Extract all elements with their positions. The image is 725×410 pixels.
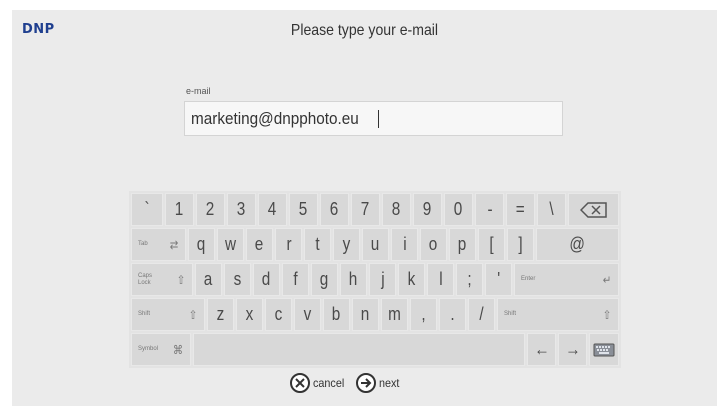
key[interactable]: . [439,298,466,331]
key[interactable]: x [236,298,263,331]
enter-icon: ↵ [602,272,612,287]
key[interactable]: 8 [382,193,411,226]
symbol-icon: ⌘ [172,342,184,357]
cancel-label: cancel [313,376,345,390]
left-arrow-key[interactable]: ← [527,333,556,366]
key[interactable]: h [340,263,367,296]
key[interactable]: ` [131,193,163,226]
hide-keyboard-key[interactable] [589,333,619,366]
key[interactable]: b [323,298,350,331]
key[interactable]: 7 [351,193,380,226]
key[interactable]: u [362,228,389,261]
space-bar[interactable] [193,333,525,366]
key[interactable]: m [381,298,408,331]
key[interactable]: a [195,263,222,296]
backspace-icon [579,201,607,218]
key[interactable]: ; [456,263,483,296]
key[interactable]: f [282,263,309,296]
text-caret [378,109,380,128]
key[interactable]: d [253,263,280,296]
key[interactable]: - [475,193,504,226]
key[interactable]: [ [478,228,505,261]
key[interactable]: ' [485,263,512,296]
key[interactable]: z [207,298,234,331]
key[interactable]: q [188,228,215,261]
right-arrow-key[interactable]: → [558,333,587,366]
action-bar: cancel next [290,371,409,395]
key[interactable]: c [265,298,292,331]
key[interactable]: 6 [320,193,349,226]
shift-icon: ⇧ [602,307,612,322]
left-shift-key[interactable]: Shift ⇧ [131,298,205,331]
next-button[interactable]: next [355,373,410,393]
backspace-key[interactable] [568,193,619,226]
next-label: next [378,376,400,390]
key[interactable]: t [304,228,331,261]
email-value: marketing@dnpphoto.eu [191,108,359,128]
email-field[interactable]: marketing@dnpphoto.eu [184,101,563,136]
key[interactable]: 3 [227,193,256,226]
left-arrow-icon: ← [533,339,550,359]
key[interactable]: e [246,228,273,261]
key[interactable]: 5 [289,193,318,226]
key[interactable]: r [275,228,302,261]
key[interactable]: 2 [196,193,225,226]
key[interactable]: k [398,263,425,296]
symbol-key[interactable]: Symbol ⌘ [131,333,191,366]
key[interactable]: v [294,298,321,331]
enter-key[interactable]: Enter ↵ [514,263,619,296]
key[interactable]: n [352,298,379,331]
close-icon [290,373,310,393]
key[interactable]: i [391,228,418,261]
key[interactable]: , [410,298,437,331]
page-title: Please type your e-mail [290,22,439,39]
key[interactable]: 0 [444,193,473,226]
key[interactable]: y [333,228,360,261]
key[interactable]: l [427,263,454,296]
kiosk-screen: DNP Please type your e-mail e-mail marke… [12,10,717,406]
key[interactable]: s [224,263,251,296]
cancel-button[interactable]: cancel [290,373,356,393]
key[interactable]: p [449,228,476,261]
tab-key[interactable]: Tab ⇄ [131,228,186,261]
arrow-right-icon [355,373,376,393]
key[interactable]: 1 [165,193,194,226]
key[interactable]: g [311,263,338,296]
key[interactable]: w [217,228,244,261]
tab-icon: ⇄ [169,237,179,252]
caps-lock-icon: ⇧ [176,272,186,287]
key[interactable]: / [468,298,495,331]
key[interactable]: j [369,263,396,296]
at-key[interactable]: @ [536,228,619,261]
dnp-logo: DNP [22,22,55,37]
key[interactable]: 4 [258,193,287,226]
right-shift-key[interactable]: Shift ⇧ [497,298,619,331]
key[interactable]: = [506,193,535,226]
on-screen-keyboard: ` 1 2 3 4 5 6 7 8 9 0 - = \ Tab ⇄ q w e … [129,191,621,368]
right-arrow-icon: → [564,339,581,359]
key[interactable]: ] [507,228,534,261]
key[interactable]: \ [537,193,566,226]
keyboard-icon [593,343,615,356]
key[interactable]: o [420,228,447,261]
shift-icon: ⇧ [188,307,198,322]
key[interactable]: 9 [413,193,442,226]
caps-lock-key[interactable]: Caps Lock ⇧ [131,263,193,296]
email-label: e-mail [186,86,211,96]
